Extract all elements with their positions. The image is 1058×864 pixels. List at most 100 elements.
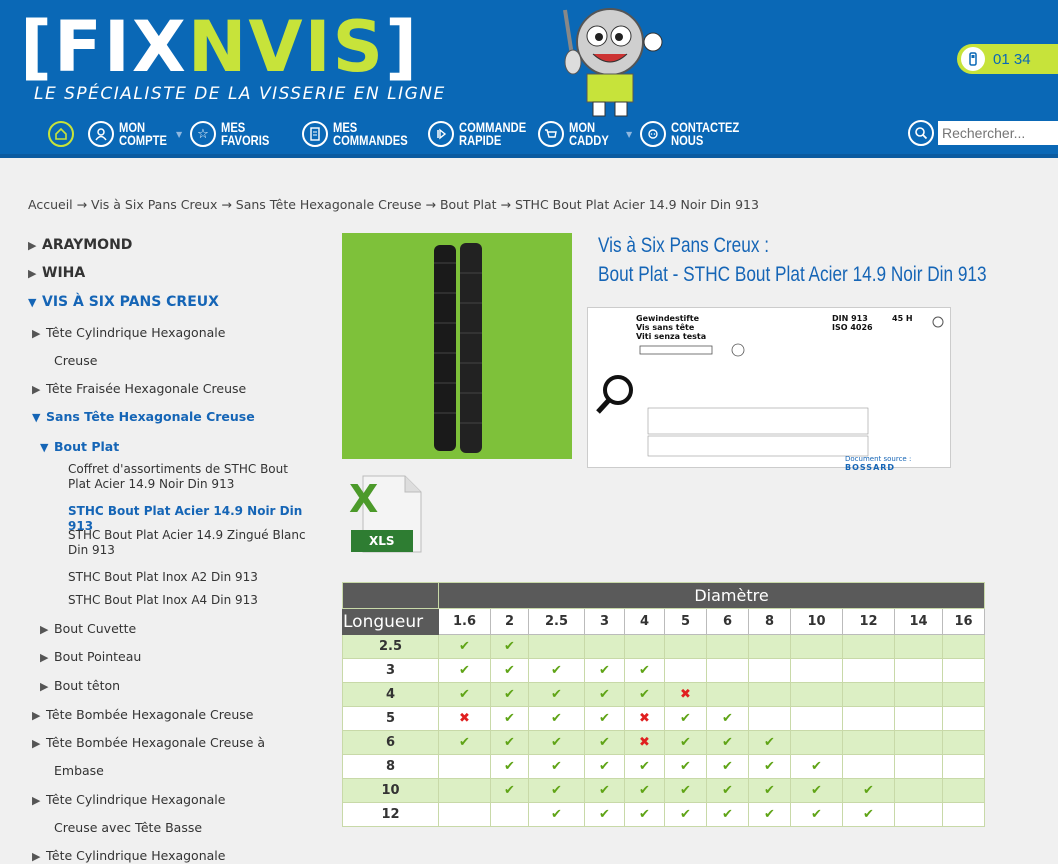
site-logo[interactable]: [ FIX NVIS ] [20,12,419,82]
doc-source: Document source : BOSSARD [845,455,950,472]
chevron-down-icon[interactable]: ▼ [176,130,182,139]
available-check-icon[interactable]: ✔ [790,754,843,779]
available-check-icon[interactable]: ✔ [706,802,749,827]
nav-mon-compte[interactable]: MON COMPTE [88,116,199,152]
available-check-icon[interactable]: ✔ [584,706,625,731]
available-check-icon[interactable]: ✔ [624,778,665,803]
sidebar-item-tete-bombee-embase[interactable]: ▶ Tête Bombée Hexagonale Creuse à [32,736,265,751]
available-check-icon[interactable]: ✔ [624,754,665,779]
available-check-icon[interactable]: ✔ [490,754,529,779]
available-check-icon[interactable]: ✔ [748,778,791,803]
sidebar-item-sans-tete[interactable]: ▼ Sans Tête Hexagonale Creuse [32,410,255,425]
sidebar-item-tete-fraisee[interactable]: ▶ Tête Fraisée Hexagonale Creuse [32,382,246,397]
available-check-icon[interactable]: ✔ [842,778,895,803]
available-check-icon[interactable]: ✔ [706,706,749,731]
available-check-icon[interactable]: ✔ [706,778,749,803]
empty-cell [528,634,585,659]
available-check-icon[interactable]: ✔ [584,658,625,683]
sidebar-leaf-coffret[interactable]: Coffret d'assortiments de STHC Bout Plat … [68,462,288,492]
available-check-icon[interactable]: ✔ [584,778,625,803]
sidebar-item-bout-plat[interactable]: ▼ Bout Plat [40,440,119,455]
available-check-icon[interactable]: ✔ [528,802,585,827]
available-check-icon[interactable]: ✔ [624,802,665,827]
breadcrumb[interactable]: Accueil → Vis à Six Pans Creux → Sans Tê… [28,197,759,212]
available-check-icon[interactable]: ✔ [748,802,791,827]
sidebar-item-wiha[interactable]: ▶ WIHA [28,266,85,281]
sidebar-label: VIS À SIX PANS CREUX [42,294,219,310]
table-row: 6 ✔ ✔ ✔ ✔ ✖ ✔ ✔ ✔ [342,730,985,755]
phone-badge[interactable]: 01 34 [957,44,1058,74]
sidebar-leaf-zingue[interactable]: STHC Bout Plat Acier 14.9 Zingué Blanc Di… [68,528,306,558]
nav-contactez-nous[interactable]: CONTACTEZ NOUS [640,116,751,152]
available-check-icon[interactable]: ✔ [528,658,585,683]
available-check-icon[interactable]: ✔ [624,682,665,707]
available-check-icon[interactable]: ✔ [490,658,529,683]
available-check-icon[interactable]: ✔ [490,778,529,803]
available-check-icon[interactable]: ✔ [490,706,529,731]
available-check-icon[interactable]: ✔ [748,730,791,755]
sidebar-item-tete-cyl-cont[interactable]: Creuse [54,354,97,368]
sidebar-item-tete-bombee-embase-cont[interactable]: Embase [54,764,104,778]
sidebar-item-bout-cuvette[interactable]: ▶ Bout Cuvette [40,622,136,637]
sidebar-item-tete-cyl-basse[interactable]: ▶ Tête Cylindrique Hexagonale [32,793,225,808]
sidebar-item-vis-six-pans[interactable]: ▼ VIS À SIX PANS CREUX [28,295,219,310]
available-check-icon[interactable]: ✔ [490,634,529,659]
sidebar-item-bout-teton[interactable]: ▶ Bout têton [40,679,120,694]
available-check-icon[interactable]: ✔ [664,778,707,803]
available-check-icon[interactable]: ✔ [584,730,625,755]
available-check-icon[interactable]: ✔ [490,730,529,755]
available-check-icon[interactable]: ✔ [664,802,707,827]
available-check-icon[interactable]: ✔ [528,778,585,803]
available-check-icon[interactable]: ✔ [706,754,749,779]
sidebar-item-tete-cyl[interactable]: ▶ Tête Cylindrique Hexagonale [32,326,225,341]
available-check-icon[interactable]: ✔ [438,658,491,683]
nav-mes-favoris-label: MES FAVORIS [221,119,270,148]
sidebar-item-araymond[interactable]: ▶ ARAYMOND [28,238,132,253]
nav-mon-caddy[interactable]: MON CADDY [538,116,649,152]
available-check-icon[interactable]: ✔ [624,658,665,683]
nav-commande-rapide[interactable]: COMMANDE RAPIDE [428,116,539,152]
available-check-icon[interactable]: ✔ [584,754,625,779]
available-check-icon[interactable]: ✔ [584,682,625,707]
available-check-icon[interactable]: ✔ [584,802,625,827]
unavailable-cross-icon: ✖ [624,730,665,755]
diameter-col-header: 3 [584,608,625,635]
empty-cell [664,634,707,659]
triangle-down-icon: ▼ [40,441,49,454]
available-check-icon[interactable]: ✔ [790,802,843,827]
available-check-icon[interactable]: ✔ [748,754,791,779]
available-check-icon[interactable]: ✔ [528,706,585,731]
available-check-icon[interactable]: ✔ [528,754,585,779]
sidebar-item-bout-pointeau[interactable]: ▶ Bout Pointeau [40,650,141,665]
available-check-icon[interactable]: ✔ [842,802,895,827]
sidebar-item-tete-cyl-basse-cont[interactable]: Creuse avec Tête Basse [54,821,202,835]
datasheet-preview[interactable]: Gewindestifte Vis sans tête Viti senza t… [587,307,952,472]
nav-mes-favoris[interactable]: ☆ MES FAVORIS [190,116,301,152]
xls-download-icon[interactable]: X XLS [345,474,423,554]
table-row: 12 ✔ ✔ ✔ ✔ ✔ ✔ ✔ ✔ [342,802,985,827]
nav-mes-commandes[interactable]: MES COMMANDES [302,116,413,152]
main-nav: MON COMPTE ▼ ☆ MES FAVORIS MES COMMANDES… [0,116,1058,152]
available-check-icon[interactable]: ✔ [706,730,749,755]
available-check-icon[interactable]: ✔ [438,634,491,659]
available-check-icon[interactable]: ✔ [438,730,491,755]
search-icon[interactable] [908,120,934,146]
chevron-down-icon[interactable]: ▼ [626,130,632,139]
product-image[interactable] [342,233,572,459]
available-check-icon[interactable]: ✔ [664,754,707,779]
available-check-icon[interactable]: ✔ [438,682,491,707]
sidebar-item-tete-bombee[interactable]: ▶ Tête Bombée Hexagonale Creuse [32,708,253,723]
sidebar-item-tete-cyl-last[interactable]: ▶ Tête Cylindrique Hexagonale [32,849,225,864]
nav-home[interactable] [48,116,74,152]
available-check-icon[interactable]: ✔ [664,730,707,755]
available-check-icon[interactable]: ✔ [490,682,529,707]
available-check-icon[interactable]: ✔ [528,682,585,707]
available-check-icon[interactable]: ✔ [790,778,843,803]
magnifier-icon[interactable] [588,308,952,469]
search-input[interactable] [938,121,1058,145]
available-check-icon[interactable]: ✔ [528,730,585,755]
sidebar-leaf-inox-a2[interactable]: STHC Bout Plat Inox A2 Din 913 [68,570,258,585]
available-check-icon[interactable]: ✔ [664,706,707,731]
table-row: 4 ✔ ✔ ✔ ✔ ✔ ✖ [342,682,985,707]
sidebar-leaf-inox-a4[interactable]: STHC Bout Plat Inox A4 Din 913 [68,593,258,608]
